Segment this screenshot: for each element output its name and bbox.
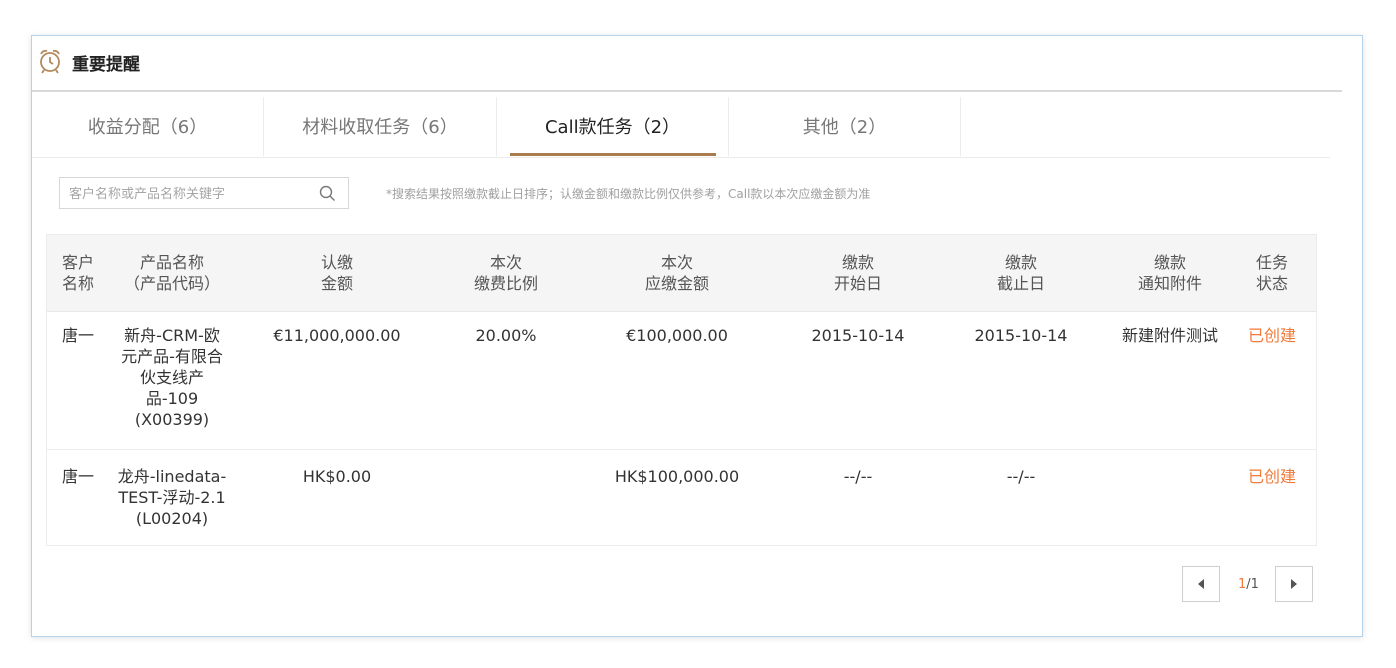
next-page-button[interactable] <box>1275 566 1313 602</box>
col-customer-name: 客户 名称 <box>61 253 94 293</box>
table-header: 客户 名称 产品名称 （产品代码） 认缴 金额 本次 缴费比例 本次 应缴金额 缴款 开始日… <box>47 235 1316 312</box>
col-product-name: 产品名称 （产品代码） <box>123 253 220 293</box>
total-pages: 1 <box>1250 577 1259 592</box>
cell-payable: HK$100,000.00 <box>614 467 740 486</box>
cell-subscribed: €11,000,000.00 <box>273 326 401 345</box>
cell-end-date: 2015-10-14 <box>974 326 1068 345</box>
col-task-status: 任务 状态 <box>1255 253 1288 293</box>
prev-page-button[interactable] <box>1182 566 1220 602</box>
table-row: 唐一 新舟-CRM-欧 元产品-有限合 伙支线产 品-109 (X00399) €11,… <box>47 312 1316 450</box>
panel-title: 重要提醒 <box>72 55 140 75</box>
tab-call-tasks[interactable]: Call款任务（2） <box>497 97 729 156</box>
table-row: 唐一 龙舟-linedata- TEST-浮动-2.1 (L00204) HK$0.… <box>47 450 1316 545</box>
cell-start-date: --/-- <box>843 467 873 486</box>
status-badge[interactable]: 已创建 <box>1242 325 1302 346</box>
cell-customer: 唐一 <box>61 467 94 486</box>
cell-product: 新舟-CRM-欧 元产品-有限合 伙支线产 品-109 (X00399) <box>121 326 223 429</box>
search-hint: *搜索结果按照缴款截止日排序；认缴金额和缴款比例仅供参考，Call款以本次应缴金… <box>386 187 871 201</box>
cell-ratio: 20.00% <box>475 326 537 345</box>
search-box <box>59 177 349 209</box>
col-payable-amount: 本次 应缴金额 <box>644 253 709 293</box>
call-task-table: 客户 名称 产品名称 （产品代码） 认缴 金额 本次 缴费比例 本次 应缴金额 缴款 开始日… <box>46 234 1317 546</box>
alarm-clock-icon <box>40 49 60 74</box>
search-input[interactable] <box>67 182 311 206</box>
cell-customer: 唐一 <box>61 326 94 345</box>
tab-income-distribution[interactable]: 收益分配（6） <box>32 97 264 156</box>
cell-start-date: 2015-10-14 <box>811 326 905 345</box>
tab-material-collection[interactable]: 材料收取任务（6） <box>264 97 497 156</box>
col-notice-attachment: 缴款 通知附件 <box>1137 253 1202 293</box>
chevron-left-icon <box>1198 579 1204 589</box>
cell-attachment[interactable]: 新建附件测试 <box>1110 325 1230 346</box>
col-payment-start: 缴款 开始日 <box>833 253 882 293</box>
tab-other[interactable]: 其他（2） <box>729 97 961 156</box>
panel-header: 重要提醒 <box>32 36 1342 92</box>
reminder-panel: 重要提醒 收益分配（6） 材料收取任务（6） Call款任务（2） 其他（2） … <box>31 35 1363 637</box>
chevron-right-icon <box>1291 579 1297 589</box>
col-payment-ratio: 本次 缴费比例 <box>473 253 538 293</box>
active-tab-indicator <box>510 153 716 156</box>
cell-end-date: --/-- <box>1006 467 1036 486</box>
tab-bar: 收益分配（6） 材料收取任务（6） Call款任务（2） 其他（2） <box>32 97 1330 158</box>
status-badge[interactable]: 已创建 <box>1242 466 1302 487</box>
page-indicator: 1/1 <box>1238 577 1259 592</box>
cell-payable: €100,000.00 <box>626 326 728 345</box>
col-subscribed-amount: 认缴 金额 <box>320 253 353 293</box>
search-icon[interactable] <box>318 184 338 204</box>
cell-subscribed: HK$0.00 <box>302 467 372 486</box>
col-payment-end: 缴款 截止日 <box>996 253 1045 293</box>
cell-product: 龙舟-linedata- TEST-浮动-2.1 (L00204) <box>117 467 227 528</box>
